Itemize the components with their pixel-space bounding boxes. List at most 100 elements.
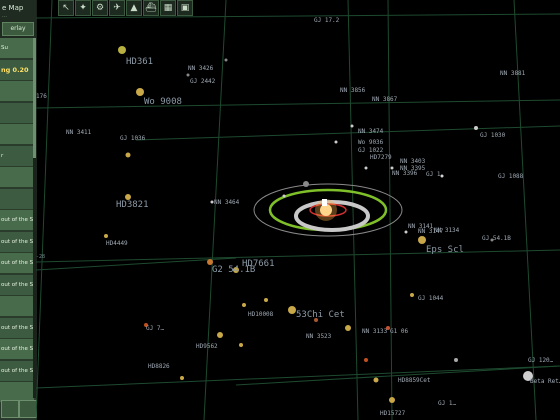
star-icon[interactable] <box>118 46 126 54</box>
star-label: GJ 1088 <box>498 173 524 180</box>
star-label: GJ 1030 <box>480 132 506 139</box>
sidebar-item[interactable] <box>0 81 34 102</box>
star-label: GJ 2442 <box>190 78 216 85</box>
overlay-button[interactable]: erlay <box>2 22 34 36</box>
star-icon[interactable] <box>440 174 444 178</box>
star-label: GJ 1… <box>438 400 456 407</box>
grid-line <box>36 99 560 109</box>
star-icon[interactable] <box>224 58 228 62</box>
star-label: NN 3856 <box>340 87 366 94</box>
star-icon[interactable] <box>288 306 296 314</box>
star-label: HD15727 <box>380 410 406 417</box>
star-label: NN 3134 <box>434 227 460 234</box>
sidebar-title: e Map <box>2 4 24 12</box>
star-icon[interactable] <box>364 358 368 362</box>
star-label: -28 <box>36 254 45 260</box>
star-label: HD7279 <box>370 154 392 161</box>
star-label: GJ 1 <box>426 171 441 178</box>
sidebar-item[interactable] <box>0 296 34 317</box>
star-icon[interactable] <box>474 126 478 130</box>
star-label: NN 3403 <box>400 158 426 165</box>
sidebar-item[interactable] <box>0 188 34 210</box>
star-icon[interactable] <box>136 88 144 96</box>
star-icon[interactable] <box>454 358 458 362</box>
sidebar-item[interactable]: r <box>0 145 34 167</box>
star-icon[interactable] <box>418 236 426 244</box>
sidebar-subtitle: … <box>2 13 7 19</box>
star-label: HD9562 <box>196 343 218 350</box>
star-label: NN 3474 <box>358 128 384 135</box>
star-label: GJ 54.1B <box>482 235 511 242</box>
bottom-right-button[interactable] <box>19 400 37 418</box>
star-label: 53Chi Cet <box>296 310 345 320</box>
star-label: G2 54.1B <box>212 265 255 275</box>
star-label: HD3821 <box>116 200 149 210</box>
sidebar-header: e Map … erlay <box>0 0 36 39</box>
star-icon[interactable] <box>389 397 395 403</box>
star-label: NN 3523 <box>306 333 332 340</box>
sidebar-item[interactable]: out of the Sun <box>0 253 34 274</box>
star-icon[interactable] <box>239 343 243 347</box>
star-map-canvas[interactable]: GJ 17.2 HD361 NN 3426 GJ 2442 NN 3881 NN 3856… <box>36 0 560 420</box>
star-icon[interactable] <box>334 140 338 144</box>
star-icon[interactable] <box>350 124 354 128</box>
star-label: GJ 120… <box>528 357 554 364</box>
star-label: Wo 9036 <box>358 139 384 146</box>
sidebar-item[interactable]: out of the Sun <box>0 231 34 253</box>
star-label: NN 3867 <box>372 96 398 103</box>
star-label: Wo 9008 <box>144 97 182 107</box>
grid-line <box>203 0 227 420</box>
star-icon[interactable] <box>186 73 190 77</box>
sidebar-item[interactable]: out of the Sun <box>0 210 34 231</box>
sidebar-item[interactable]: out of the Sun <box>0 317 34 339</box>
star-icon[interactable] <box>180 376 184 380</box>
sidebar-item[interactable] <box>0 102 34 124</box>
star-icon[interactable] <box>345 325 351 331</box>
ship-marker-icon[interactable] <box>322 199 327 206</box>
star-label: 176 <box>36 93 47 100</box>
star-label: Beta Ret… <box>530 378 560 385</box>
star-label: G1 06 <box>390 328 408 335</box>
star-icon[interactable] <box>264 298 268 302</box>
star-label: NN 3464 <box>214 199 240 206</box>
star-label: NN 3133 <box>362 328 388 335</box>
star-label: Eps Scl <box>426 245 464 255</box>
sidebar-item[interactable]: ng 0.20 <box>0 59 34 81</box>
star-label: GJ 17.2 <box>314 17 340 24</box>
star-icon[interactable] <box>125 152 131 158</box>
grid-line <box>36 0 53 420</box>
star-label: GJ 7… <box>146 325 164 332</box>
grid-line <box>387 0 393 420</box>
bottom-left-button[interactable] <box>1 400 19 418</box>
grid-line <box>36 365 560 389</box>
star-icon[interactable] <box>242 303 246 307</box>
sidebar-item[interactable] <box>0 124 34 145</box>
sidebar-item[interactable]: Su <box>0 38 34 59</box>
solar-system[interactable] <box>253 181 403 237</box>
sidebar-item[interactable]: out of the Sun <box>0 274 34 296</box>
star-icon[interactable] <box>104 234 108 238</box>
sidebar-item[interactable]: out of the Sun <box>0 360 34 382</box>
star-label: NN 3881 <box>500 70 526 77</box>
star-label: NN 3411 <box>66 129 92 136</box>
sidebar-item[interactable]: out of the Sun <box>0 339 34 360</box>
star-label: HD4449 <box>106 240 128 247</box>
star-label: GJ 1022 <box>358 147 384 154</box>
grid-line <box>36 249 560 263</box>
star-icon[interactable] <box>217 332 223 338</box>
star-icon[interactable] <box>373 377 379 383</box>
planet-icon <box>303 181 309 187</box>
star-icon[interactable] <box>364 166 368 170</box>
star-label: NN 3426 <box>188 65 214 72</box>
star-label: GJ 1036 <box>120 135 146 142</box>
star-label: NN 3396 <box>392 170 418 177</box>
grid-line <box>36 13 560 19</box>
star-label: HD361 <box>126 57 153 67</box>
star-icon[interactable] <box>404 230 408 234</box>
star-icon[interactable] <box>282 194 286 198</box>
grid-line <box>347 0 359 420</box>
star-icon[interactable] <box>410 293 414 297</box>
sidebar-item[interactable] <box>0 167 34 188</box>
star-label: HD10008 <box>248 311 274 318</box>
star-label: HD8859Cet <box>398 377 431 384</box>
